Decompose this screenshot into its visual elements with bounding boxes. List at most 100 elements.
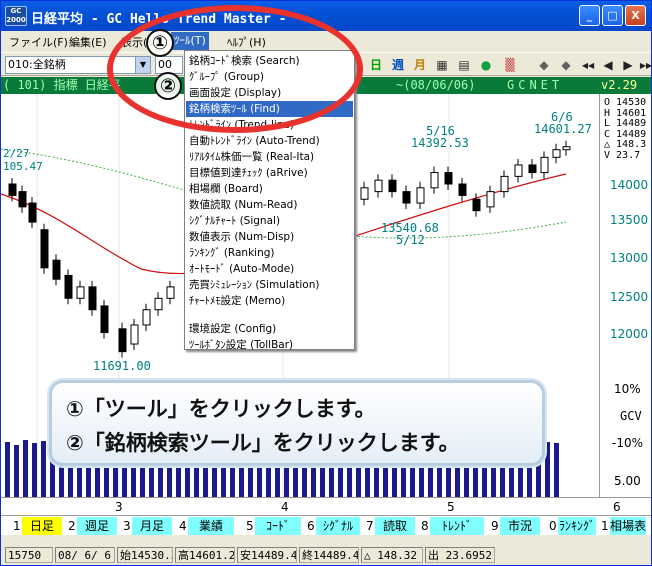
volume-tick: 5.00 [614, 474, 641, 488]
volume-bar [23, 440, 28, 497]
status-date: 08/ 6/ 6 [55, 547, 115, 563]
week-icon[interactable]: 週 [389, 57, 407, 74]
candle-body [76, 286, 85, 299]
menu-item-auto-trend[interactable]: 自動ﾄﾚﾝﾄﾞﾗｲﾝ (Auto-Trend) [186, 133, 353, 149]
menu-edit[interactable]: 編集(E) [69, 34, 107, 50]
tab-7[interactable]: ﾄﾚﾝﾄﾞ [430, 517, 484, 535]
menu-item-signal[interactable]: ｼｸﾞﾅﾙﾁｬｰﾄ (Signal) [186, 213, 353, 229]
status-change: △ 148.32 [361, 547, 423, 563]
prev-icon[interactable]: ◆ [535, 57, 553, 74]
tab-number: 7 [366, 519, 374, 533]
tab-2[interactable]: 月足 [132, 517, 172, 535]
x-tick: 6 [613, 500, 621, 514]
tab-number: 2 [68, 519, 76, 533]
fast-forward-icon[interactable]: ▶▶ [637, 57, 651, 74]
minimize-button[interactable]: _ [579, 5, 600, 26]
instruction-step-1: ①「ツール」をクリックします。 [66, 397, 376, 421]
month-icon[interactable]: 月 [411, 57, 429, 74]
tab-number: 1 [601, 519, 609, 533]
menu-item-arrive[interactable]: 目標値到達ﾁｪｯｸ (aRrive) [186, 165, 353, 181]
rewind-icon[interactable]: ◀◀ [579, 57, 597, 74]
status-volume: 出 23.6952 [425, 547, 495, 563]
menu-item-auto-mode[interactable]: ｵｰﾄﾓｰﾄﾞ (Auto-Mode) [186, 261, 353, 277]
volume-bar [41, 441, 46, 497]
label-last-val: 14601.27 [534, 122, 592, 136]
next-icon[interactable]: ◆ [557, 57, 575, 74]
candle-body [142, 309, 151, 326]
candle-body [52, 259, 61, 280]
volume-bar [554, 443, 559, 497]
chart-icon-2[interactable]: ▤ [455, 57, 473, 74]
tab-9[interactable]: ﾗﾝｷﾝｸﾞ [558, 517, 596, 535]
menu-item-toolbar[interactable]: ﾂｰﾙﾎﾞﾀﾝ設定 (TollBar) [186, 337, 353, 353]
app-logo-icon: GC 2000 [5, 6, 27, 26]
menu-item-ranking[interactable]: ﾗﾝｷﾝｸﾞ (Ranking) [186, 245, 353, 261]
candle-body [416, 187, 425, 204]
candle-body [388, 179, 397, 193]
candle-body [500, 175, 509, 193]
tab-number: 4 [179, 519, 187, 533]
candle-body [430, 172, 439, 189]
candle-body [374, 179, 383, 193]
tab-4[interactable]: ｺｰﾄﾞ [255, 517, 301, 535]
tab-1[interactable]: 週足 [77, 517, 117, 535]
tab-6[interactable]: 読取 [375, 517, 415, 535]
menu-item-num-read[interactable]: 数値読取 (Num-Read) [186, 197, 353, 213]
menu-item-board[interactable]: 相場欄 (Board) [186, 181, 353, 197]
day-icon[interactable]: 日 [367, 57, 385, 74]
menu-item-num-disp[interactable]: 数値表示 (Num-Disp) [186, 229, 353, 245]
close-button[interactable]: X [625, 5, 646, 26]
x-tick: 3 [115, 500, 123, 514]
candle-body [18, 191, 27, 208]
x-tick: 5 [447, 500, 455, 514]
x-axis: 3 4 5 6 [1, 497, 651, 515]
volume-bar [5, 442, 10, 497]
candle-body [88, 286, 97, 311]
info-brand: GCNET [507, 78, 564, 92]
info-left: ( 101) 指標 日経平 [3, 78, 121, 92]
label-start-val: 105.47 [3, 160, 43, 173]
candle-body [8, 183, 17, 196]
status-close: 終14489.44 [299, 547, 359, 563]
tab-0[interactable]: 日足 [22, 517, 62, 535]
volume-bar [14, 445, 19, 497]
menu-item-memo[interactable]: ﾁｬｰﾄﾒﾓ設定 (Memo) [186, 293, 353, 309]
tab-number: 3 [123, 519, 131, 533]
menu-item-config[interactable]: 環境設定 (Config) [186, 321, 353, 337]
tab-5[interactable]: ｼｸﾞﾅﾙ [316, 517, 360, 535]
candle-body [100, 305, 109, 334]
highlight-ring [107, 5, 363, 133]
instruction-callout: ①「ツール」をクリックします。 ②「銘柄検索ツール」をクリックします。 [49, 380, 545, 466]
tab-number: 8 [421, 519, 429, 533]
candle-body [552, 149, 561, 158]
candle-body [130, 324, 139, 345]
candle-body [360, 187, 369, 200]
chart-icon-1[interactable]: ▦ [433, 57, 451, 74]
stock-select-value: 010:全銘柄 [8, 58, 66, 71]
status-open: 始14530.36 [117, 547, 173, 563]
step-2-marker: ② [154, 72, 182, 100]
menu-item-real-ita[interactable]: ﾘｱﾙﾀｲﾑ株価一覧 (Real-Ita) [186, 149, 353, 165]
status-high: 高14601.27 [175, 547, 235, 563]
tab-10[interactable]: 相場表 [610, 517, 646, 535]
gcv-label: GCV [620, 409, 642, 423]
tab-8[interactable]: 市況 [500, 517, 540, 535]
maximize-button[interactable]: □ [602, 5, 623, 26]
volume-bar [545, 442, 550, 497]
price-tick: 13000 [610, 251, 649, 265]
back-icon[interactable]: ◀ [599, 57, 617, 74]
label-peak-val: 14392.53 [411, 136, 469, 150]
label-start-date: 2/27 [3, 147, 30, 160]
tab-3[interactable]: 業績 [188, 517, 234, 535]
pattern-icon[interactable]: ▒ [501, 57, 519, 74]
candle-body [458, 183, 467, 196]
pct-tick: -10% [612, 436, 644, 450]
menu-file[interactable]: ファイル(F) [9, 34, 68, 50]
candle-body [402, 191, 411, 204]
forward-icon[interactable]: ▶ [619, 57, 637, 74]
label-trough-date: 5/12 [396, 233, 425, 247]
candle-body [444, 172, 453, 185]
candle-body [486, 191, 495, 208]
menu-item-simulation[interactable]: 売買ｼﾐｭﾚｰｼｮﾝ (Simulation) [186, 277, 353, 293]
globe-icon[interactable]: ● [477, 57, 495, 74]
